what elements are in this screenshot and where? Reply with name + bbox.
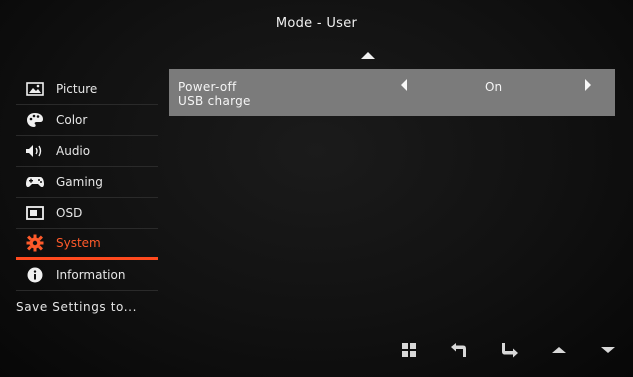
save-settings-label: Save Settings to... [16,300,137,314]
osd-sidebar: Picture Color Audio Gaming OSD System In… [16,74,158,323]
enter-icon[interactable] [499,339,521,361]
sidebar-item-label: Audio [56,144,91,158]
setting-value: On [485,80,503,94]
setting-label: Power-off USB charge [178,80,251,108]
monitor-osd: Mode - User Picture Color Audio Gaming O… [0,0,633,377]
down-icon[interactable] [597,339,619,361]
sidebar-item-label: Color [56,113,88,127]
speaker-icon [24,142,46,160]
sidebar-item-osd[interactable]: OSD [16,198,158,229]
setting-label-line2: USB charge [178,94,251,108]
sidebar-item-label: System [56,236,101,250]
sidebar-item-label: Information [56,268,126,282]
sidebar-item-label: Gaming [56,175,103,189]
sidebar-item-gaming[interactable]: Gaming [16,167,158,198]
palette-icon [24,111,46,129]
up-icon[interactable] [548,339,570,361]
sidebar-item-audio[interactable]: Audio [16,136,158,167]
sidebar-item-label: Picture [56,82,98,96]
sidebar-item-label: OSD [56,206,83,220]
sidebar-item-picture[interactable]: Picture [16,74,158,105]
save-settings-item[interactable]: Save Settings to... [16,291,158,323]
sidebar-item-system[interactable]: System [16,229,158,260]
value-right-arrow-icon[interactable] [585,79,591,91]
info-icon [24,266,46,284]
grid-icon[interactable] [398,339,420,361]
osd-control-bar [0,339,633,363]
osd-title: Mode - User [275,16,358,31]
picture-icon [24,80,46,98]
setting-label-line1: Power-off [178,80,237,94]
osd-icon [24,204,46,222]
back-icon[interactable] [448,339,470,361]
gear-icon [24,234,46,252]
setting-row-power-off-usb-charge[interactable]: Power-off USB charge On [169,69,615,116]
scroll-up-indicator-icon[interactable] [361,52,375,59]
value-left-arrow-icon[interactable] [401,79,407,91]
sidebar-item-information[interactable]: Information [16,260,158,291]
gamepad-icon [24,173,46,191]
sidebar-item-color[interactable]: Color [16,105,158,136]
